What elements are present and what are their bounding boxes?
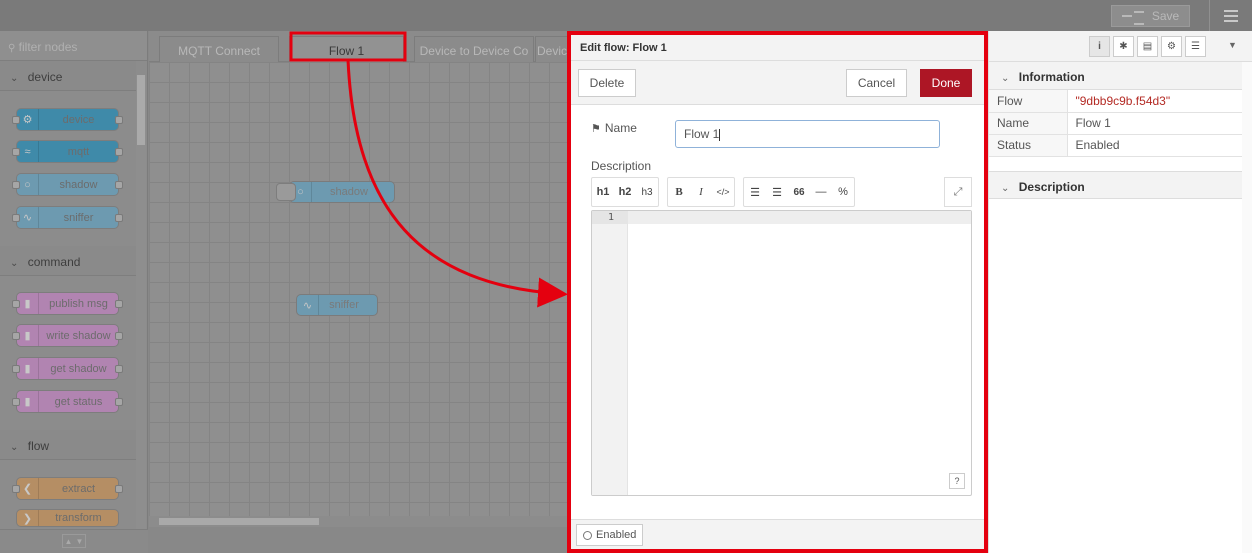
info-table: Flow "9dbb9c9b.f54d3" Name Flow 1 Status… [989,90,1252,157]
cogs-icon: ⚙ [17,109,39,130]
tray-title: Edit flow: Flow 1 [571,35,984,61]
collapse-expand-buttons[interactable]: ▲ ▼ [62,534,86,548]
split-icon: ❮ [17,478,39,499]
category-flow[interactable]: ⌄ flow [0,430,136,460]
tab-device-partial[interactable]: Devic [535,36,568,62]
h1-button[interactable]: h1 [592,178,614,206]
sidebar-scrollbar[interactable] [1242,62,1252,553]
canvas-hscrollbar[interactable] [149,516,568,527]
canvas-node-shadow[interactable]: ○ shadow [289,181,395,203]
workspace-tabs: MQTT Connect Flow 1 Device to Device Co … [149,31,568,62]
palette-node-get-shadow[interactable]: ▮ get shadow [12,357,123,380]
table-row: Flow "9dbb9c9b.f54d3" [989,90,1252,113]
main-menu-button[interactable] [1209,0,1252,31]
palette-node-transform[interactable]: ❯ transform [16,509,119,527]
command-icon: ▮ [17,391,39,412]
flow-canvas[interactable]: ○ shadow ∿ sniffer [149,62,568,516]
information-section-header[interactable]: ⌄ Information [989,62,1252,90]
tab-mqtt-connect[interactable]: MQTT Connect [159,36,279,62]
filter-nodes-input[interactable]: ⚲ filter nodes [0,31,147,61]
blockquote-button[interactable]: 66 [788,178,810,206]
name-row: ⚑ Name [591,121,637,135]
gear-icon[interactable]: ⚙ [1161,36,1182,57]
command-icon: ▮ [17,358,39,379]
palette-node-mqtt[interactable]: ≈ mqtt [12,140,123,163]
code-button[interactable]: </> [712,178,734,206]
sidebar-tabs: i ✱ ▤ ⚙ ☰ ▼ [989,31,1252,62]
palette-node-write-shadow[interactable]: ▮ write shadow [12,324,123,347]
unordered-list-button[interactable]: ☰ [766,178,788,206]
name-input[interactable]: Flow 1 [675,120,940,148]
tray-footer: Enabled [571,519,984,549]
description-section-header[interactable]: ⌄ Description [989,170,1252,199]
help-button[interactable]: ? [949,473,965,489]
category-command[interactable]: ⌄ command [0,246,136,276]
description-label: Description [591,159,652,173]
chevron-up-icon[interactable]: ▲ [65,537,73,546]
app-header: Save [0,0,1252,31]
chevron-down-icon: ⌄ [1001,73,1010,84]
palette-node-device[interactable]: ⚙ device [12,108,123,131]
chevron-down-icon: ⌄ [10,73,19,84]
lightbulb-icon: ○ [17,174,39,195]
chevron-down-icon: ⌄ [10,258,19,269]
palette-node-shadow[interactable]: ○ shadow [12,173,123,196]
tag-icon: ⚑ [591,122,601,135]
table-row: Name Flow 1 [989,112,1252,135]
horizontal-rule-button[interactable]: — [810,178,832,206]
tab-device-to-device[interactable]: Device to Device Co [414,36,534,62]
deploy-label: Save [1151,9,1180,23]
palette-node-extract[interactable]: ❮ extract [12,477,123,500]
dashboard-icon[interactable]: ▤ [1137,36,1158,57]
italic-button[interactable]: I [690,178,712,206]
markdown-toolbar: h1 h2 h3 B I </> ☰ ☰ 66 — % [591,177,863,207]
circle-icon [583,530,592,540]
deploy-button[interactable]: Save [1111,5,1190,27]
canvas-node-sniffer[interactable]: ∿ sniffer [296,294,378,316]
category-device[interactable]: ⌄ device [0,61,136,91]
rss-icon: ≈ [17,141,39,162]
database-icon[interactable]: ☰ [1185,36,1206,57]
info-sidebar: i ✱ ▤ ⚙ ☰ ▼ ⌄ Information Flow "9dbb9c9b… [988,31,1252,553]
tab-flow-1[interactable]: Flow 1 [289,36,404,62]
chevron-down-icon[interactable]: ▼ [76,537,84,546]
h3-button[interactable]: h3 [636,178,658,206]
bug-icon[interactable]: ✱ [1113,36,1134,57]
editor-gutter: 1 [592,211,628,495]
tray-toolbar: Delete Cancel Done [571,61,984,105]
palette-scrollbar[interactable] [136,75,146,547]
delete-button[interactable]: Delete [578,69,636,97]
search-icon: ⚲ [8,43,16,54]
description-editor[interactable]: 1 ? [591,210,972,496]
enabled-toggle[interactable]: Enabled [576,524,644,546]
hamburger-icon [1224,9,1238,12]
chevron-down-icon: ⌄ [10,442,19,453]
caret-down-icon[interactable]: ▼ [1228,40,1237,50]
node-palette: ⚲ filter nodes ⌄ device ⚙ device ≈ mqtt … [0,31,148,553]
command-icon: ▮ [17,293,39,314]
pulse-icon: ∿ [297,295,319,315]
link-button[interactable]: % [832,178,854,206]
ordered-list-button[interactable]: ☰ [744,178,766,206]
cancel-button[interactable]: Cancel [846,69,907,97]
h2-button[interactable]: h2 [614,178,636,206]
chevron-down-icon: ⌄ [1001,182,1010,194]
edit-flow-tray: Edit flow: Flow 1 Delete Cancel Done ⚑ N… [567,31,988,553]
deploy-icon [1121,11,1144,25]
done-button[interactable]: Done [920,69,972,97]
command-icon: ▮ [17,325,39,346]
expand-icon[interactable]: ⤢ [944,177,972,207]
name-label: Name [604,121,637,135]
bold-button[interactable]: B [668,178,690,206]
inject-port [276,183,296,201]
pulse-icon: ∿ [17,207,39,228]
palette-node-sniffer[interactable]: ∿ sniffer [12,206,123,229]
palette-footer: ▲ ▼ [0,529,148,553]
info-icon[interactable]: i [1089,36,1110,57]
table-row: Status Enabled [989,134,1252,157]
palette-node-get-status[interactable]: ▮ get status [12,390,123,413]
palette-node-publish-msg[interactable]: ▮ publish msg [12,292,123,315]
arrow-right-icon: ❯ [17,510,39,526]
